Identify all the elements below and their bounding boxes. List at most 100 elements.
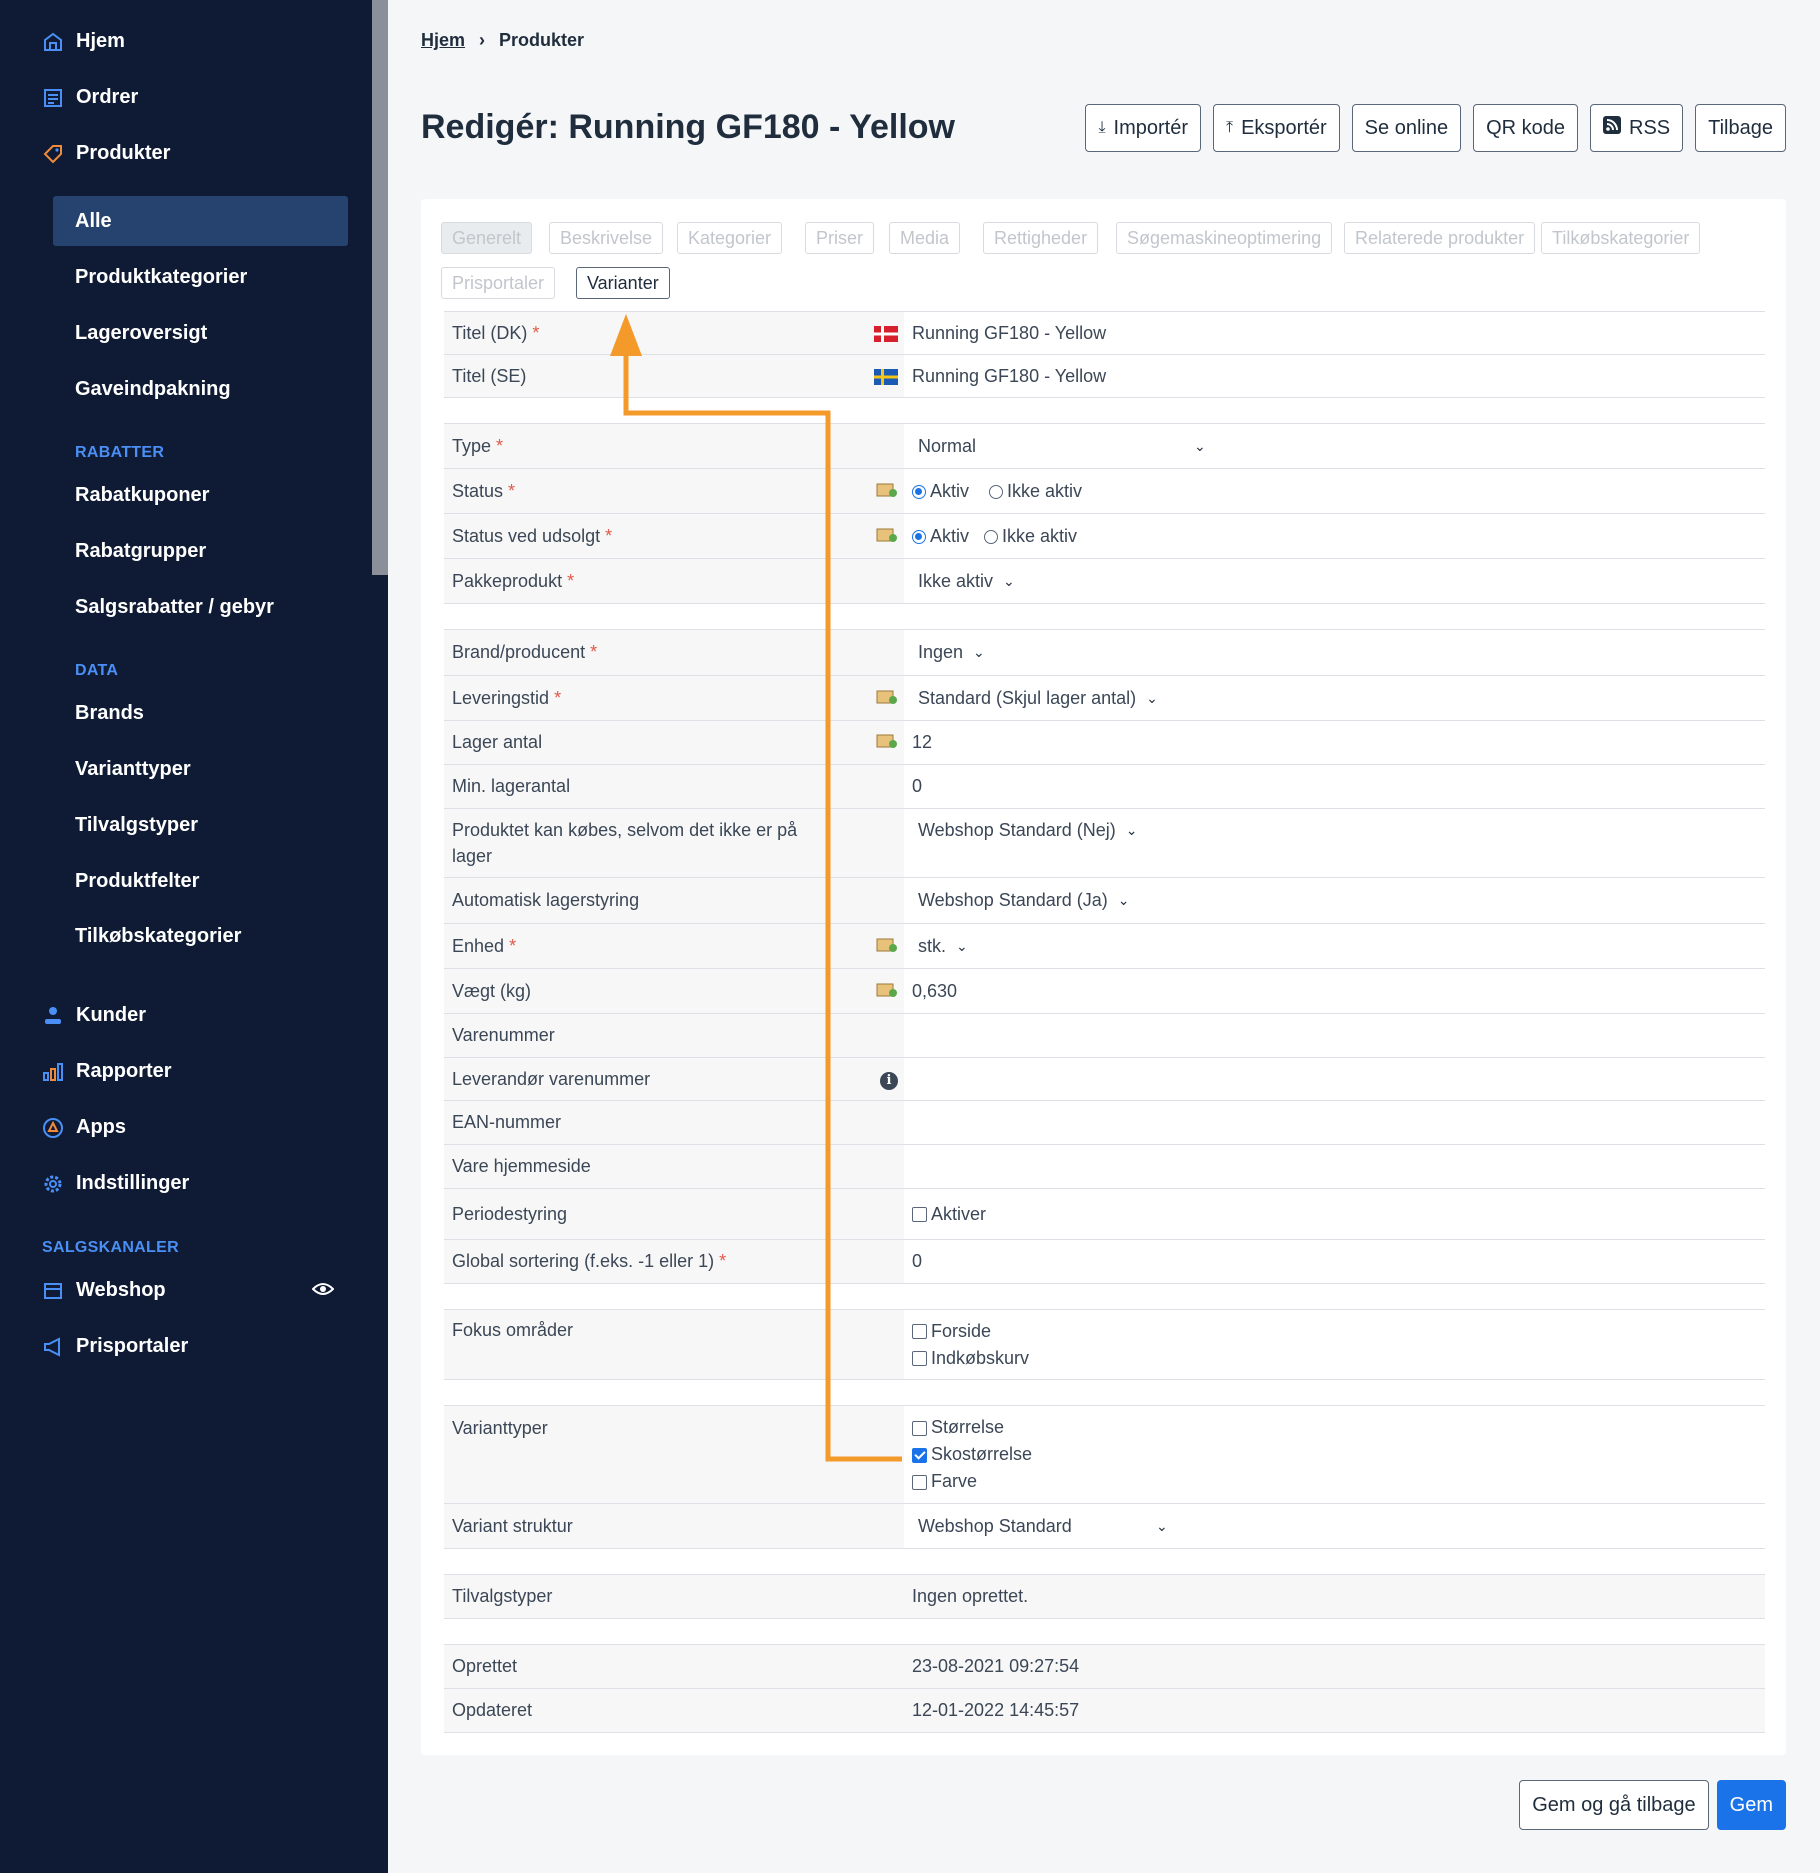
buy-oos-select[interactable]: Webshop Standard (Nej) ⌄ bbox=[904, 808, 1765, 878]
field-icon-cell bbox=[838, 558, 904, 604]
variant-size-checkbox[interactable]: Størrelse bbox=[912, 1414, 1757, 1441]
status-inactive-radio[interactable]: Ikke aktiv bbox=[989, 481, 1082, 501]
tag-icon bbox=[42, 143, 64, 165]
tab-tilkobskategorier[interactable]: Tilkøbskategorier bbox=[1541, 222, 1701, 254]
row-sort: Global sortering (f.eks. -1 eller 1) * 0 bbox=[444, 1239, 1765, 1284]
field-label: Leverandør varenummer bbox=[444, 1057, 838, 1101]
tab-priser[interactable]: Priser bbox=[805, 222, 875, 254]
export-button[interactable]: ⤒ Eksportér bbox=[1213, 104, 1340, 152]
tab-kategorier[interactable]: Kategorier bbox=[677, 222, 783, 254]
eye-icon[interactable] bbox=[311, 1281, 335, 1302]
store-icon bbox=[42, 1280, 64, 1302]
tab-relaterede-produkter[interactable]: Relaterede produkter bbox=[1344, 222, 1536, 254]
delivery-select[interactable]: Standard (Skjul lager antal) ⌄ bbox=[904, 675, 1765, 721]
sold-inactive-radio[interactable]: Ikke aktiv bbox=[984, 526, 1077, 546]
sub-item-alle[interactable]: Alle bbox=[75, 210, 112, 233]
nav-ordrer[interactable]: Ordrer bbox=[42, 86, 138, 109]
nav-webshop[interactable]: Webshop bbox=[42, 1279, 166, 1302]
title-se-input[interactable]: Running GF180 - Yellow bbox=[904, 354, 1765, 398]
nav-indstillinger[interactable]: Indstillinger bbox=[42, 1172, 189, 1195]
tab-beskrivelse[interactable]: Beskrivelse bbox=[549, 222, 664, 254]
weight-input[interactable]: 0,630 bbox=[904, 968, 1765, 1014]
sub-item-rabatgrupper[interactable]: Rabatgrupper bbox=[75, 540, 206, 563]
info-icon[interactable]: i bbox=[880, 1071, 898, 1090]
updated-value: 12-01-2022 14:45:57 bbox=[904, 1688, 1765, 1733]
sub-item-tilkobskategorier[interactable]: Tilkøbskategorier bbox=[75, 925, 241, 948]
nav-apps[interactable]: Apps bbox=[42, 1116, 126, 1139]
nav-produkter[interactable]: Produkter bbox=[42, 142, 170, 165]
ean-input[interactable] bbox=[904, 1100, 1765, 1145]
sidebar-scrollbar[interactable] bbox=[372, 0, 388, 575]
variant-color-checkbox[interactable]: Farve bbox=[912, 1468, 1757, 1495]
row-stock: Lager antal 12 bbox=[444, 720, 1765, 765]
qr-code-button[interactable]: QR kode bbox=[1473, 104, 1579, 152]
sort-input[interactable]: 0 bbox=[904, 1239, 1765, 1284]
title-dk-input[interactable]: Running GF180 - Yellow bbox=[904, 311, 1765, 355]
breadcrumb-home-link[interactable]: Hjem bbox=[421, 30, 465, 51]
sold-active-radio[interactable]: Aktiv bbox=[912, 526, 969, 546]
denmark-flag-icon bbox=[874, 325, 898, 342]
field-label: Min. lagerantal bbox=[444, 764, 838, 809]
channel-override-icon[interactable] bbox=[876, 980, 898, 998]
channel-override-icon[interactable] bbox=[876, 525, 898, 543]
focus-cart-checkbox[interactable]: Indkøbskurv bbox=[912, 1345, 1757, 1372]
nav-label: Webshop bbox=[76, 1279, 166, 1301]
gear-icon bbox=[42, 1173, 64, 1195]
save-button[interactable]: Gem bbox=[1716, 1780, 1786, 1830]
period-checkbox[interactable]: Aktiver bbox=[904, 1188, 1765, 1240]
chevron-down-icon: ⌄ bbox=[1194, 437, 1206, 454]
auto-stock-select[interactable]: Webshop Standard (Ja) ⌄ bbox=[904, 877, 1765, 924]
channel-override-icon[interactable] bbox=[876, 480, 898, 498]
tab-varianter[interactable]: Varianter bbox=[576, 267, 670, 299]
field-icon-cell bbox=[838, 675, 904, 721]
field-icon-cell bbox=[838, 1100, 904, 1145]
variant-structure-select[interactable]: Webshop Standard ⌄ bbox=[904, 1503, 1765, 1549]
sub-item-varianttyper[interactable]: Varianttyper bbox=[75, 758, 191, 781]
channel-override-icon[interactable] bbox=[876, 935, 898, 953]
row-addons: Tilvalgstyper Ingen oprettet. bbox=[444, 1574, 1765, 1619]
sub-item-tilvalgstyper[interactable]: Tilvalgstyper bbox=[75, 814, 198, 837]
back-button[interactable]: Tilbage bbox=[1695, 104, 1786, 152]
sub-item-gaveindpakning[interactable]: Gaveindpakning bbox=[75, 378, 231, 401]
sub-item-lageroversigt[interactable]: Lageroversigt bbox=[75, 322, 207, 345]
type-select[interactable]: Normal ⌄ bbox=[904, 423, 1765, 469]
rss-button[interactable]: RSS bbox=[1590, 104, 1684, 152]
nav-prisportaler[interactable]: Prisportaler bbox=[42, 1335, 188, 1358]
stock-input[interactable]: 12 bbox=[904, 720, 1765, 765]
tab-generelt[interactable]: Generelt bbox=[441, 222, 533, 254]
chevron-down-icon: ⌄ bbox=[1125, 822, 1138, 838]
brand-select[interactable]: Ingen ⌄ bbox=[904, 629, 1765, 676]
nav-hjem[interactable]: Hjem bbox=[42, 30, 125, 53]
import-button[interactable]: ⤓ Importér bbox=[1085, 104, 1201, 152]
channel-override-icon[interactable] bbox=[876, 731, 898, 749]
tab-media[interactable]: Media bbox=[889, 222, 961, 254]
save-and-back-button[interactable]: Gem og gå tilbage bbox=[1519, 1780, 1709, 1830]
nav-kunder[interactable]: Kunder bbox=[42, 1004, 146, 1027]
row-homepage: Vare hjemmeside bbox=[444, 1144, 1765, 1189]
sub-item-rabatkuponer[interactable]: Rabatkuponer bbox=[75, 484, 209, 507]
package-select[interactable]: Ikke aktiv ⌄ bbox=[904, 558, 1765, 604]
product-form-table: Titel (DK) * Running GF180 - Yellow Tite… bbox=[444, 311, 1765, 1733]
homepage-input[interactable] bbox=[904, 1144, 1765, 1189]
tab-prisportaler[interactable]: Prisportaler bbox=[441, 267, 556, 299]
status-active-radio[interactable]: Aktiv bbox=[912, 481, 969, 501]
unit-select[interactable]: stk. ⌄ bbox=[904, 923, 1765, 969]
field-label: Opdateret bbox=[444, 1688, 838, 1733]
sub-item-salgsrabatter[interactable]: Salgsrabatter / gebyr bbox=[75, 596, 274, 619]
channel-override-icon[interactable] bbox=[876, 687, 898, 705]
view-online-button[interactable]: Se online bbox=[1351, 104, 1462, 152]
tab-sogemaskineoptimering[interactable]: Søgemaskineoptimering bbox=[1116, 222, 1333, 254]
sub-item-produktfelter[interactable]: Produktfelter bbox=[75, 870, 199, 893]
tab-rettigheder[interactable]: Rettigheder bbox=[983, 222, 1099, 254]
sub-item-brands[interactable]: Brands bbox=[75, 702, 144, 725]
rss-label: RSS bbox=[1629, 116, 1671, 139]
supplier-sku-input[interactable] bbox=[904, 1057, 1765, 1101]
variant-shoe-size-checkbox[interactable]: Skostørrelse bbox=[912, 1441, 1757, 1468]
nav-rapporter[interactable]: Rapporter bbox=[42, 1060, 172, 1083]
breadcrumb-current: Produkter bbox=[499, 30, 585, 50]
min-stock-input[interactable]: 0 bbox=[904, 764, 1765, 809]
focus-forside-checkbox[interactable]: Forside bbox=[912, 1318, 1757, 1345]
row-spacer bbox=[444, 1379, 1765, 1406]
sub-item-produktkategorier[interactable]: Produktkategorier bbox=[75, 266, 247, 289]
sku-input[interactable] bbox=[904, 1013, 1765, 1058]
